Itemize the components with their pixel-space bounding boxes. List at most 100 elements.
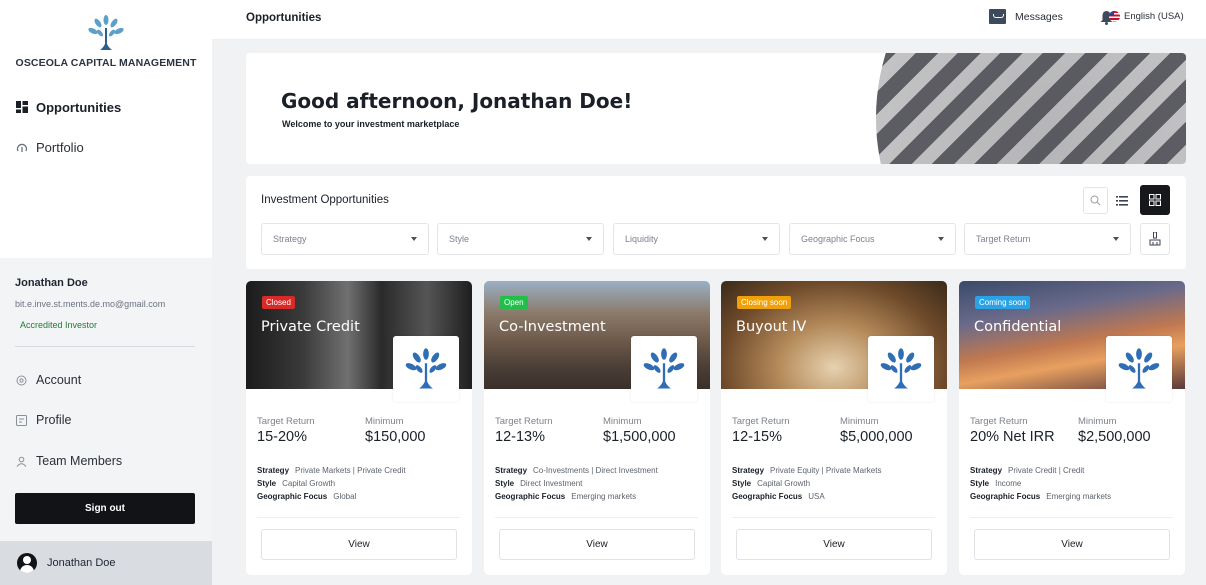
minimum-value: $150,000 [365,429,426,445]
geo-row: Geographic Focus Emerging markets [970,492,1111,501]
minimum-value: $5,000,000 [840,429,913,445]
greeting-subtitle: Welcome to your investment marketplace [282,119,460,129]
strategy-filter[interactable]: Strategy [261,223,429,255]
geo-label: Geographic Focus [970,492,1041,501]
user-email: bit.e.inve.st.ments.de.mo@gmail.com [15,299,166,309]
card-logo [1106,336,1172,402]
target-return-value: 12-15% [732,429,782,445]
view-button[interactable]: View [736,529,932,560]
sidebar-item-portfolio[interactable]: Portfolio [16,136,84,158]
filter-label: Target Return [976,234,1031,244]
language-selector[interactable]: English (USA) [1109,11,1184,22]
opportunity-card[interactable]: Closed Private Credit Target Return 15-2… [246,281,472,575]
grid-view-button[interactable] [1140,185,1170,215]
sidebar-item-label: Portfolio [36,139,84,155]
opportunity-card[interactable]: Coming soon Confidential Target Return 2… [959,281,1185,575]
style-row: Style Income [970,479,1021,488]
divider [15,346,195,347]
tree-logo-icon [88,15,124,50]
target-return-label: Target Return [970,416,1028,427]
geo-row: Geographic Focus Global [257,492,356,501]
target-return-label: Target Return [495,416,553,427]
sidebar-item-profile[interactable]: Profile [16,413,71,427]
opportunity-card[interactable]: Open Co-Investment Target Return 12-13% … [484,281,710,575]
crosswalk-photo [876,53,1186,164]
sidebar-top: OSCEOLA CAPITAL MANAGEMENT Opportunities… [0,0,212,258]
status-badge: Coming soon [975,296,1031,309]
tree-logo-icon [643,348,685,389]
portfolio-icon [16,143,28,152]
sidebar-item-label: Opportunities [36,99,122,115]
geo-label: Geographic Focus [732,492,803,501]
dashboard-icon [16,101,28,113]
opportunity-card[interactable]: Closing soon Buyout IV Target Return 12-… [721,281,947,575]
sidebar-item-opportunities[interactable]: Opportunities [16,96,121,118]
style-label: Style [495,479,515,488]
card-logo [631,336,697,402]
style-row: Style Capital Growth [732,479,810,488]
sidebar-item-team-members[interactable]: Team Members [16,454,122,468]
sidebar-item-account[interactable]: Account [16,373,81,387]
geo-value: Global [333,492,357,501]
language-label: English (USA) [1124,11,1184,22]
chevron-down-icon [938,237,944,241]
view-button[interactable]: View [499,529,695,560]
style-filter[interactable]: Style [437,223,604,255]
sidebar-item-label: Team Members [36,454,123,468]
card-title: Buyout IV [736,319,807,335]
sidebar: OSCEOLA CAPITAL MANAGEMENT Opportunities… [0,0,212,585]
sign-out-button[interactable]: Sign out [15,493,195,524]
tree-logo-icon [1118,348,1160,389]
style-row: Style Direct Investment [495,479,582,488]
minimum-label: Minimum [1078,416,1117,427]
strategy-label: Strategy [732,466,765,475]
messages-button[interactable]: Messages [989,9,1063,24]
tree-logo-icon [405,348,447,389]
geo-label: Geographic Focus [257,492,328,501]
filter-label: Strategy [273,234,307,244]
sidebar-item-label: Account [36,373,82,387]
divider [495,517,698,518]
list-view-button[interactable] [1109,187,1134,214]
messages-label: Messages [1015,10,1063,23]
investment-opportunities-panel: Investment Opportunities Strategy Style … [246,176,1186,269]
style-value: Direct Investment [520,479,583,488]
strategy-row: Strategy Co-Investments | Direct Investme… [495,466,658,475]
greeting: Good afternoon, Jonathan Doe! [281,89,633,113]
view-button[interactable]: View [974,529,1170,560]
strategy-label: Strategy [495,466,528,475]
liquidity-filter[interactable]: Liquidity [613,223,780,255]
geographic-focus-filter[interactable]: Geographic Focus [789,223,956,255]
user-name: Jonathan Doe [15,277,88,289]
strategy-value: Co-Investments | Direct Investment [533,466,658,475]
style-value: Income [995,479,1022,488]
chevron-down-icon [411,237,417,241]
section-title: Investment Opportunities [261,194,389,206]
style-value: Capital Growth [282,479,336,488]
status-badge: Open [500,296,528,309]
minimum-value: $2,500,000 [1078,429,1151,445]
welcome-banner: Good afternoon, Jonathan Doe! Welcome to… [246,53,1186,164]
target-return-value: 12-13% [495,429,545,445]
user-footer[interactable]: Jonathan Doe [0,541,212,585]
topbar: Opportunities Messages English (USA) [212,0,1206,40]
divider [732,517,935,518]
strategy-row: Strategy Private Markets | Private Credit [257,466,406,475]
target-return-label: Target Return [732,416,790,427]
strategy-label: Strategy [257,466,290,475]
geo-row: Geographic Focus USA [732,492,825,501]
search-icon [1090,195,1101,206]
team-icon [16,456,27,467]
strategy-value: Private Equity | Private Markets [770,466,882,475]
clear-filters-button[interactable] [1140,223,1170,255]
minimum-label: Minimum [365,416,404,427]
view-button[interactable]: View [261,529,457,560]
target-return-value: 15-20% [257,429,307,445]
strategy-value: Private Credit | Credit [1008,466,1085,475]
geo-row: Geographic Focus Emerging markets [495,492,636,501]
search-button[interactable] [1083,187,1108,214]
divider [970,517,1173,518]
investor-status-badge: Accredited Investor [20,320,98,330]
filter-label: Liquidity [625,234,659,244]
target-return-filter[interactable]: Target Return [964,223,1131,255]
